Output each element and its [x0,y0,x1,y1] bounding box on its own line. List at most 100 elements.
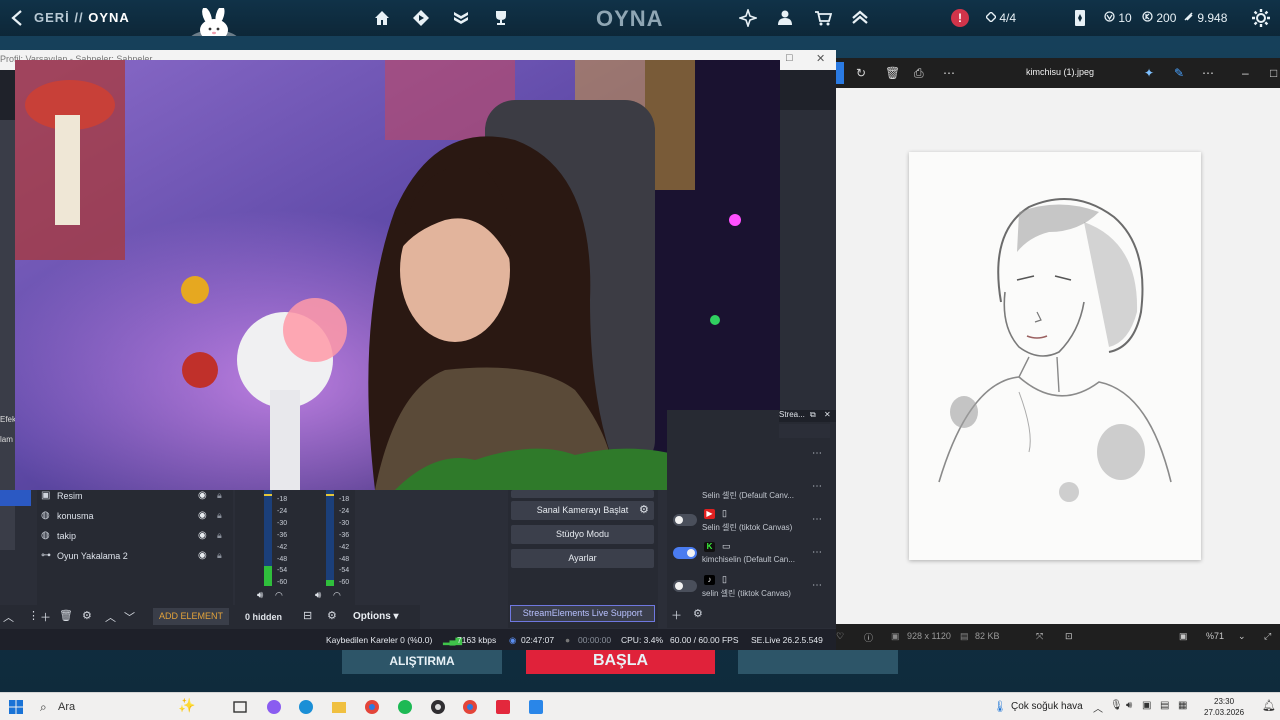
stream-toggle[interactable] [673,547,697,559]
visibility-eye-icon[interactable]: ◉ [198,530,207,541]
zoom-level[interactable]: %71 [1206,631,1224,641]
visibility-eye-icon[interactable]: ◉ [198,550,207,561]
task-view-icon[interactable] [232,699,248,715]
maximize-icon[interactable]: □ [786,52,793,64]
photos-app-icon[interactable] [528,699,544,715]
speaker-icon[interactable]: 🔊︎ [257,590,263,601]
print-icon[interactable]: ⎙ [914,66,924,81]
edge-icon[interactable] [298,699,314,715]
visibility-eye-icon[interactable]: ◉ [198,490,207,501]
slideshow-icon[interactable]: ▣ [1179,631,1188,642]
headphones-icon[interactable]: ◠ [275,590,283,601]
stream-target-row[interactable]: ♪ ▯ selin 셀린 (tiktok Canvas) ⋯ [667,571,830,601]
source-row[interactable]: ◍ takip ◉ 🔒︎ [37,526,233,546]
add-icon[interactable]: ＋ [671,607,682,623]
tray-icon[interactable]: ▦ [1178,700,1187,711]
edit-photo-icon[interactable]: ✎ [1174,66,1184,80]
notification-bell-icon[interactable]: 🔔︎ [1262,699,1276,712]
microphone-icon[interactable]: 🎙︎ [1110,700,1123,711]
obs-icon[interactable] [430,699,446,715]
alert-icon[interactable]: ! [951,9,969,27]
minimize-icon[interactable]: – [1242,66,1249,80]
stream-toggle[interactable] [673,580,697,592]
speaker-icon[interactable]: 🔊︎ [315,590,321,601]
tray-icon[interactable]: ▤ [1160,700,1169,711]
virtual-camera-gear-icon[interactable]: ⚙ [639,504,651,516]
back-arrow-icon[interactable] [8,8,28,28]
heart-icon[interactable]: ♡ [836,631,844,642]
chevron-down-icon[interactable]: ﹀ [124,609,135,625]
add-element-button[interactable]: ADD ELEMENT [153,608,229,625]
lock-icon[interactable]: 🔒︎ [217,510,222,521]
gear-icon[interactable]: ⚙ [82,609,92,622]
stream-toggle[interactable] [673,514,697,526]
add-icon[interactable]: ＋ [40,609,51,625]
card-icon[interactable] [1071,9,1089,27]
streamelements-support-button[interactable]: StreamElements Live Support [510,605,655,622]
chevron-up-icon[interactable]: ︿ [1093,700,1103,715]
start-button[interactable]: BAŞLA [526,648,715,674]
more-icon[interactable]: ⋯ [812,481,822,492]
headphones-icon[interactable]: ◠ [333,590,341,601]
float-icon[interactable]: ⧉ [810,410,816,420]
selected-scene-highlight[interactable] [0,490,31,506]
file-explorer-icon[interactable] [331,699,347,715]
valorant-icon[interactable] [495,699,511,715]
source-row[interactable]: ⊶ Oyun Yakalama 2 ◉ 🔒︎ [37,546,233,566]
stream-target-row[interactable]: K ▭ kimchiselin (Default Can... ⋯ [667,538,830,568]
play-diamond-icon[interactable] [412,9,430,27]
rotate-icon[interactable]: ↻ [856,66,866,80]
network-icon[interactable]: ▣ [1142,700,1151,711]
chevron-up-icon[interactable]: ︿ [3,609,14,625]
stream-target-row[interactable]: Selin 셀린 (Default Canv... ⋯ [667,472,830,502]
gear-icon[interactable]: ⚙ [693,607,703,620]
taskbar-search[interactable]: ⌕ Ara ✨ [30,696,220,718]
breadcrumb[interactable]: GERİ // OYNA [34,10,130,25]
copilot-icon[interactable]: ✦ [1144,66,1154,80]
chrome-icon[interactable] [462,699,478,715]
weather-text[interactable]: Çok soğuk hava [1011,701,1083,712]
more-icon[interactable]: ⋯ [812,448,822,459]
maximize-icon[interactable]: □ [1270,66,1277,80]
virtual-camera-button[interactable]: Sanal Kamerayı Başlat [511,501,654,520]
battlepass-icon[interactable] [851,9,869,27]
trash-icon[interactable]: 🗑︎ [885,66,900,80]
more-icon[interactable]: ⋯ [812,547,822,558]
source-row[interactable]: ◍ konusma ◉ 🔒︎ [37,506,233,526]
more-icon[interactable]: ⋯ [812,580,822,591]
lock-icon[interactable]: 🔒︎ [217,490,222,501]
close-icon[interactable]: ✕ [816,52,825,65]
chevron-up-icon[interactable]: ︿ [105,609,116,625]
home-icon[interactable] [373,9,391,27]
chrome-icon[interactable] [364,699,380,715]
more-icon[interactable]: ⋯ [1202,66,1214,80]
windows-start-icon[interactable] [8,699,24,715]
trophy-icon[interactable] [492,9,510,27]
start-recording-button[interactable] [511,490,654,498]
lock-icon[interactable]: 🔒︎ [217,550,222,561]
more-icon[interactable]: ⋯ [812,514,822,525]
studio-mode-button[interactable]: Stüdyo Modu [511,525,654,544]
queue-button[interactable] [738,648,898,674]
table-icon[interactable]: ⊟ [303,609,312,622]
chevron-down-icon[interactable]: ⌄ [1238,631,1246,642]
actual-size-icon[interactable]: ⊡ [1065,631,1073,642]
more-icon[interactable]: ⋯ [943,66,955,80]
store-cart-icon[interactable] [814,9,833,27]
stream-target-row[interactable]: ▶ ▯ Selin 셀린 (tiktok Canvas) ⋯ [667,505,830,535]
settings-gear-icon[interactable] [1250,7,1272,29]
close-icon[interactable]: ✕ [824,410,831,419]
clock[interactable]: 23:30 27.03.2026 [1204,696,1244,718]
link-gear-icon[interactable]: ⚙ [327,609,337,622]
trash-icon[interactable]: 🗑︎ [59,609,73,622]
copilot-icon[interactable] [266,699,282,715]
collection-icon[interactable] [776,9,794,27]
spotify-icon[interactable] [397,699,413,715]
practice-button[interactable]: ALIŞTIRMA [342,648,502,674]
rank-badge-icon[interactable] [452,9,470,27]
info-icon[interactable]: ⓘ [864,631,873,644]
source-row[interactable]: ▣ Resim ◉ 🔒︎ [37,486,233,506]
options-dropdown[interactable]: Options ▾ [353,611,399,622]
expand-icon[interactable]: ⤢ [1264,631,1271,642]
lock-icon[interactable]: 🔒︎ [217,530,222,541]
